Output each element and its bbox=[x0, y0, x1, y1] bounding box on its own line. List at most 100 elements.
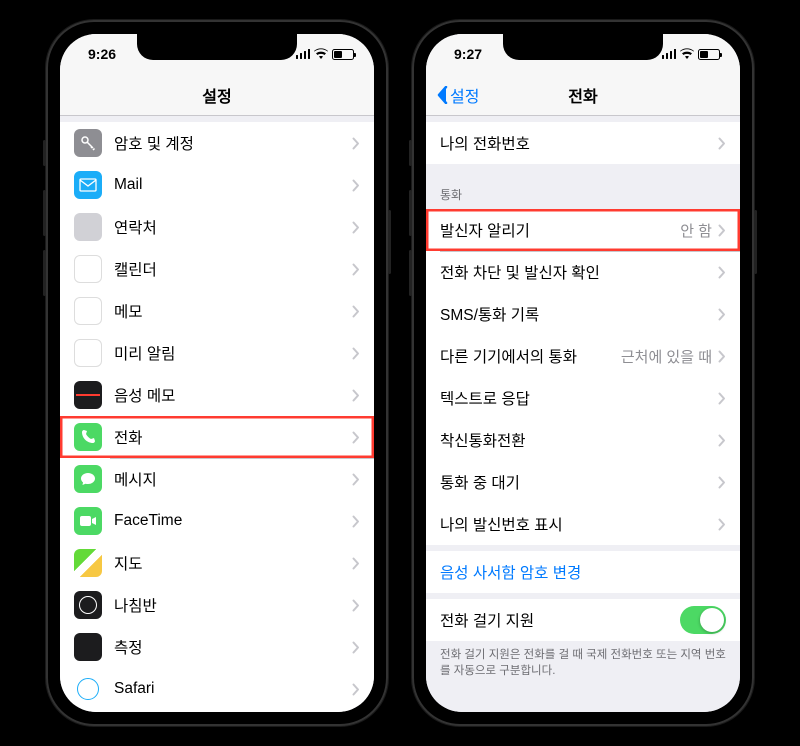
chevron-right-icon bbox=[718, 392, 726, 405]
footer-note: 전화 걸기 지원은 전화를 걸 때 국제 전화번호 또는 지역 번호를 자동으로… bbox=[426, 641, 740, 693]
remind-icon bbox=[74, 339, 102, 367]
row-label: 음성 사서함 암호 변경 bbox=[440, 561, 726, 583]
volume-down bbox=[409, 250, 412, 296]
row-label: 음성 메모 bbox=[114, 384, 352, 406]
cal-icon bbox=[74, 255, 102, 283]
notch bbox=[503, 34, 663, 60]
row-label: 다른 기기에서의 통화 bbox=[440, 345, 621, 367]
settings-row-ft[interactable]: FaceTime bbox=[60, 500, 374, 542]
phone-icon bbox=[74, 423, 102, 451]
row-label: 전화 걸기 지원 bbox=[440, 609, 680, 631]
chevron-right-icon bbox=[352, 221, 360, 234]
row-label: Safari bbox=[114, 680, 352, 698]
chevron-right-icon bbox=[718, 518, 726, 531]
chevron-right-icon bbox=[718, 224, 726, 237]
phone-settings-list[interactable]: 나의 전화번호통화발신자 알리기안 함전화 차단 및 발신자 확인SMS/통화 … bbox=[426, 116, 740, 712]
notes-icon bbox=[74, 297, 102, 325]
settings-row-safari[interactable]: Safari bbox=[60, 668, 374, 710]
chevron-right-icon bbox=[352, 263, 360, 276]
dial-assist-toggle[interactable] bbox=[680, 606, 726, 634]
phone-setting-row-4[interactable]: 텍스트로 응답 bbox=[426, 377, 740, 419]
row-label: 캘린더 bbox=[114, 258, 352, 280]
compass-icon bbox=[74, 591, 102, 619]
row-label: Mail bbox=[114, 176, 352, 194]
settings-row-msg[interactable]: 메시지 bbox=[60, 458, 374, 500]
chevron-right-icon bbox=[352, 557, 360, 570]
phone-setting-row-6[interactable]: 통화 중 대기 bbox=[426, 461, 740, 503]
voice-icon bbox=[74, 381, 102, 409]
row-label: 통화 중 대기 bbox=[440, 471, 718, 493]
gray-icon bbox=[74, 213, 102, 241]
settings-row-notes[interactable]: 메모 bbox=[60, 290, 374, 332]
row-label: 전화 bbox=[114, 426, 352, 448]
mail-icon bbox=[74, 171, 102, 199]
row-label: 미리 알림 bbox=[114, 342, 352, 364]
settings-row-compass[interactable]: 나침반 bbox=[60, 584, 374, 626]
maps-icon bbox=[74, 549, 102, 577]
ft-icon bbox=[74, 507, 102, 535]
chevron-right-icon bbox=[352, 179, 360, 192]
power-button bbox=[754, 210, 757, 274]
settings-row-remind[interactable]: 미리 알림 bbox=[60, 332, 374, 374]
row-value: 안 함 bbox=[680, 220, 712, 241]
key-icon bbox=[74, 129, 102, 157]
row-label: 전화 차단 및 발신자 확인 bbox=[440, 261, 718, 283]
chevron-right-icon bbox=[352, 347, 360, 360]
row-label: 나의 전화번호 bbox=[440, 132, 718, 154]
my-number-row[interactable]: 나의 전화번호 bbox=[426, 122, 740, 164]
battery-icon bbox=[698, 49, 720, 60]
cellular-signal-icon bbox=[662, 49, 677, 59]
chevron-right-icon bbox=[352, 683, 360, 696]
screen-left: 9:26 설정 암호 및 계정Mail연락처캘린더메모미리 알림음성 메모전화메… bbox=[60, 34, 374, 712]
chevron-right-icon bbox=[352, 599, 360, 612]
phone-setting-row-1[interactable]: 전화 차단 및 발신자 확인 bbox=[426, 251, 740, 293]
phone-setting-row-0[interactable]: 발신자 알리기안 함 bbox=[426, 209, 740, 251]
chevron-right-icon bbox=[352, 515, 360, 528]
phone-setting-row-7[interactable]: 나의 발신번호 표시 bbox=[426, 503, 740, 545]
settings-row-measure[interactable]: 측정 bbox=[60, 626, 374, 668]
settings-row-stocks[interactable]: 주식 bbox=[60, 710, 374, 712]
wifi-icon bbox=[314, 46, 328, 62]
notch bbox=[137, 34, 297, 60]
chevron-right-icon bbox=[352, 305, 360, 318]
settings-list[interactable]: 암호 및 계정 Mail 연락처캘린더메모미리 알림음성 메모전화메시지 FaceTi… bbox=[60, 116, 374, 712]
row-label: 텍스트로 응답 bbox=[440, 387, 718, 409]
row-label: 나침반 bbox=[114, 594, 352, 616]
row-label: 연락처 bbox=[114, 216, 352, 238]
row-label: 착신통화전환 bbox=[440, 429, 718, 451]
settings-row-key[interactable]: 암호 및 계정 bbox=[60, 122, 374, 164]
voicemail-password-row[interactable]: 음성 사서함 암호 변경 bbox=[426, 551, 740, 593]
phone-setting-row-2[interactable]: SMS/통화 기록 bbox=[426, 293, 740, 335]
volume-down bbox=[43, 250, 46, 296]
back-button[interactable]: 설정 bbox=[436, 83, 479, 107]
section-header-calls: 통화 bbox=[426, 170, 740, 209]
settings-row-maps[interactable]: 지도 bbox=[60, 542, 374, 584]
settings-row-gray[interactable]: 연락처 bbox=[60, 206, 374, 248]
chevron-right-icon bbox=[718, 476, 726, 489]
row-label: SMS/통화 기록 bbox=[440, 303, 718, 325]
row-value: 근처에 있을 때 bbox=[621, 346, 712, 367]
row-label: 나의 발신번호 표시 bbox=[440, 513, 718, 535]
settings-row-phone[interactable]: 전화 bbox=[60, 416, 374, 458]
msg-icon bbox=[74, 465, 102, 493]
back-label: 설정 bbox=[450, 83, 479, 107]
settings-row-voice[interactable]: 음성 메모 bbox=[60, 374, 374, 416]
settings-row-mail[interactable]: Mail bbox=[60, 164, 374, 206]
wifi-icon bbox=[680, 46, 694, 62]
row-label: FaceTime bbox=[114, 512, 352, 530]
mute-switch bbox=[43, 140, 46, 166]
phone-setting-row-3[interactable]: 다른 기기에서의 통화근처에 있을 때 bbox=[426, 335, 740, 377]
nav-bar: 설정 전화 bbox=[426, 74, 740, 116]
chevron-right-icon bbox=[352, 641, 360, 654]
dial-assist-row[interactable]: 전화 걸기 지원 bbox=[426, 599, 740, 641]
chevron-right-icon bbox=[718, 137, 726, 150]
safari-icon bbox=[74, 675, 102, 703]
phone-setting-row-5[interactable]: 착신통화전환 bbox=[426, 419, 740, 461]
chevron-right-icon bbox=[352, 389, 360, 402]
row-label: 발신자 알리기 bbox=[440, 219, 680, 241]
measure-icon bbox=[74, 633, 102, 661]
chevron-right-icon bbox=[718, 434, 726, 447]
phone-right: 9:27 설정 전화 나의 전화번호통화발신자 알리기안 함전화 차단 및 발신… bbox=[412, 20, 754, 726]
settings-row-cal[interactable]: 캘린더 bbox=[60, 248, 374, 290]
row-label: 암호 및 계정 bbox=[114, 132, 352, 154]
